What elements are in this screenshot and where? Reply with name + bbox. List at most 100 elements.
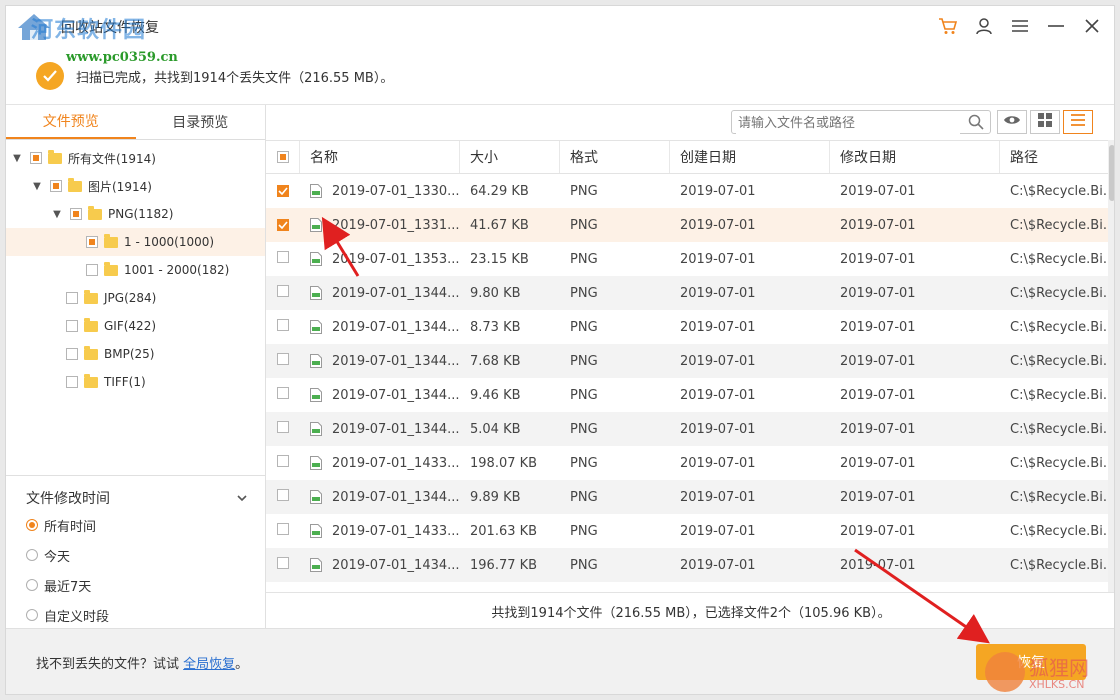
tree-checkbox[interactable]: [66, 348, 78, 360]
created-date-text: 2019-07-01: [680, 388, 756, 403]
tree-item-tiff[interactable]: TIFF(1): [6, 368, 265, 396]
row-checkbox-cell[interactable]: [266, 184, 300, 199]
table-row[interactable]: 2019-07-01_1344...9.89 KBPNG2019-07-0120…: [266, 480, 1115, 514]
table-row[interactable]: 2019-07-01_1344...5.04 KBPNG2019-07-0120…: [266, 412, 1115, 446]
row-checkbox[interactable]: [277, 219, 289, 231]
tree-item-images[interactable]: ▼ 图片(1914): [6, 172, 265, 200]
filter-title: 文件修改时间: [26, 488, 110, 508]
tree-item-bmp[interactable]: BMP(25): [6, 340, 265, 368]
global-recover-link[interactable]: 全局恢复: [183, 657, 235, 672]
row-checkbox-cell[interactable]: [266, 285, 300, 301]
tree-checkbox[interactable]: [86, 264, 98, 276]
select-all-cell[interactable]: [266, 141, 300, 173]
user-icon[interactable]: [972, 14, 996, 38]
radio-button[interactable]: [26, 609, 38, 621]
radio-button[interactable]: [26, 519, 38, 531]
preview-toggle-button[interactable]: [997, 110, 1027, 134]
minimize-icon[interactable]: [1044, 14, 1068, 38]
tree-checkbox[interactable]: [30, 152, 42, 164]
column-header-size[interactable]: 大小: [460, 141, 560, 173]
row-checkbox-cell[interactable]: [266, 557, 300, 573]
chevron-down-icon[interactable]: ▼: [30, 181, 44, 192]
search-input[interactable]: [736, 112, 960, 134]
select-all-checkbox[interactable]: [277, 151, 289, 163]
tab-file-preview[interactable]: 文件预览: [6, 105, 136, 139]
chevron-down-icon[interactable]: [237, 490, 247, 506]
row-checkbox[interactable]: [277, 319, 289, 331]
table-row[interactable]: 2019-07-01_1331...41.67 KBPNG2019-07-012…: [266, 208, 1115, 242]
scrollbar-thumb[interactable]: [1109, 145, 1115, 201]
menu-icon[interactable]: [1008, 14, 1032, 38]
column-header-name[interactable]: 名称: [300, 141, 460, 173]
tree-item-png-range-1[interactable]: 1 - 1000(1000): [6, 228, 265, 256]
row-checkbox[interactable]: [277, 353, 289, 365]
file-path-text: C:\$Recycle.Bi...: [1010, 456, 1115, 471]
row-checkbox[interactable]: [277, 185, 289, 197]
filter-header[interactable]: 文件修改时间: [6, 486, 265, 510]
cart-icon[interactable]: [936, 14, 960, 38]
file-size-cell: 9.89 KB: [460, 490, 560, 505]
tree-checkbox[interactable]: [50, 180, 62, 192]
scan-status-text: 扫描已完成，共找到1914个丢失文件（216.55 MB）。: [76, 67, 393, 86]
row-checkbox-cell[interactable]: [266, 387, 300, 403]
row-checkbox[interactable]: [277, 557, 289, 569]
tree-checkbox[interactable]: [66, 376, 78, 388]
row-checkbox[interactable]: [277, 523, 289, 535]
column-header-modified[interactable]: 修改日期: [830, 141, 1000, 173]
row-checkbox[interactable]: [277, 455, 289, 467]
row-checkbox-cell[interactable]: [266, 353, 300, 369]
column-header-path[interactable]: 路径: [1000, 141, 1115, 173]
row-checkbox-cell[interactable]: [266, 319, 300, 335]
radio-button[interactable]: [26, 579, 38, 591]
tree-item-all-files[interactable]: ▼ 所有文件(1914): [6, 144, 265, 172]
column-header-format[interactable]: 格式: [560, 141, 670, 173]
created-date-text: 2019-07-01: [680, 490, 756, 505]
radio-button[interactable]: [26, 549, 38, 561]
chevron-down-icon[interactable]: ▼: [10, 153, 24, 164]
row-checkbox-cell[interactable]: [266, 218, 300, 233]
row-checkbox-cell[interactable]: [266, 455, 300, 471]
row-checkbox[interactable]: [277, 421, 289, 433]
tab-directory-preview[interactable]: 目录预览: [136, 105, 266, 139]
file-size-cell: 198.07 KB: [460, 456, 560, 471]
table-row[interactable]: 2019-07-01_1434...196.77 KBPNG2019-07-01…: [266, 548, 1115, 582]
tree-item-label: PNG(1182): [108, 207, 173, 221]
chevron-down-icon[interactable]: ▼: [50, 209, 64, 220]
tree-checkbox[interactable]: [70, 208, 82, 220]
table-row[interactable]: 2019-07-01_1344...7.68 KBPNG2019-07-0120…: [266, 344, 1115, 378]
folder-icon: [84, 377, 98, 388]
row-checkbox[interactable]: [277, 489, 289, 501]
table-row[interactable]: 2019-07-01_1353...23.15 KBPNG2019-07-012…: [266, 242, 1115, 276]
row-checkbox-cell[interactable]: [266, 489, 300, 505]
filter-option-last-7-days[interactable]: 最近7天: [6, 570, 265, 600]
tree-item-gif[interactable]: GIF(422): [6, 312, 265, 340]
filter-option-all-time[interactable]: 所有时间: [6, 510, 265, 540]
row-checkbox[interactable]: [277, 285, 289, 297]
list-view-button[interactable]: [1063, 110, 1093, 134]
row-checkbox[interactable]: [277, 251, 289, 263]
tree-checkbox[interactable]: [86, 236, 98, 248]
close-icon[interactable]: [1080, 14, 1104, 38]
table-scrollbar[interactable]: [1108, 140, 1115, 592]
filter-option-custom[interactable]: 自定义时段: [6, 600, 265, 630]
row-checkbox-cell[interactable]: [266, 251, 300, 267]
tree-item-png[interactable]: ▼ PNG(1182): [6, 200, 265, 228]
row-checkbox-cell[interactable]: [266, 421, 300, 437]
row-checkbox-cell[interactable]: [266, 523, 300, 539]
table-row[interactable]: 2019-07-01_1433...198.07 KBPNG2019-07-01…: [266, 446, 1115, 480]
row-checkbox[interactable]: [277, 387, 289, 399]
filter-option-today[interactable]: 今天: [6, 540, 265, 570]
tree-item-png-range-2[interactable]: 1001 - 2000(182): [6, 256, 265, 284]
table-row[interactable]: 2019-07-01_1344...9.80 KBPNG2019-07-0120…: [266, 276, 1115, 310]
tree-item-jpg[interactable]: JPG(284): [6, 284, 265, 312]
column-header-created[interactable]: 创建日期: [670, 141, 830, 173]
table-row[interactable]: 2019-07-01_1433...201.63 KBPNG2019-07-01…: [266, 514, 1115, 548]
modified-date-text: 2019-07-01: [840, 456, 916, 471]
table-row[interactable]: 2019-07-01_1344...9.46 KBPNG2019-07-0120…: [266, 378, 1115, 412]
tree-checkbox[interactable]: [66, 292, 78, 304]
grid-view-button[interactable]: [1030, 110, 1060, 134]
table-row[interactable]: 2019-07-01_1330...64.29 KBPNG2019-07-012…: [266, 174, 1115, 208]
search-icon[interactable]: [968, 114, 984, 134]
table-row[interactable]: 2019-07-01_1344...8.73 KBPNG2019-07-0120…: [266, 310, 1115, 344]
tree-checkbox[interactable]: [66, 320, 78, 332]
